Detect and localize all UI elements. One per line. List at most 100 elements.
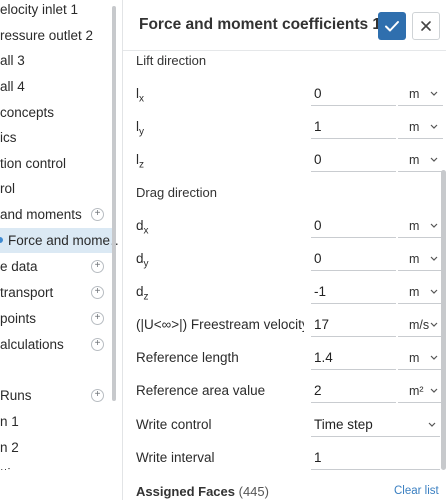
tree-item-label: concepts bbox=[0, 105, 55, 120]
tree-item-label: Runs bbox=[0, 388, 32, 403]
tree-item-label: Force and mome… bbox=[8, 233, 118, 248]
add-icon[interactable]: + bbox=[91, 389, 104, 402]
lx-label: lx bbox=[136, 86, 144, 105]
unit-label: m/s bbox=[409, 318, 430, 332]
unit-label: m bbox=[409, 87, 420, 101]
tree-item-runs[interactable]: Runs + bbox=[0, 383, 112, 408]
write-control-value: Time step bbox=[314, 417, 373, 432]
tree-item-velocity-inlet-1[interactable]: elocity inlet 1 bbox=[0, 0, 112, 22]
lx-input[interactable]: 0 bbox=[311, 83, 396, 106]
tree-item-label: n 2 bbox=[0, 440, 19, 455]
dy-input[interactable]: 0 bbox=[311, 248, 396, 271]
tree-item-wall-3[interactable]: all 3 bbox=[0, 48, 112, 73]
properties-panel: Force and moment coefficients 1 Lift dir… bbox=[122, 0, 446, 500]
tree-item-pressure-outlet-2[interactable]: ressure outlet 2 bbox=[0, 23, 112, 48]
reference-area-label: Reference area value bbox=[136, 383, 266, 398]
simulation-tree: elocity inlet 1 ressure outlet 2 all 3 a… bbox=[0, 0, 118, 500]
unit-label: m bbox=[409, 120, 420, 134]
reference-length-unit-select[interactable]: m bbox=[398, 347, 443, 370]
tree-item-forces-and-moments[interactable]: and moments + bbox=[0, 202, 112, 227]
freestream-unit-select[interactable]: m/s bbox=[398, 314, 443, 337]
unit-label: m bbox=[409, 153, 420, 167]
panel-title: Force and moment coefficients 1 bbox=[139, 16, 382, 33]
write-control-label: Write control bbox=[136, 417, 212, 432]
status-dot-icon bbox=[0, 237, 3, 243]
tree-item-concepts[interactable]: concepts bbox=[0, 100, 112, 125]
tree-item-label: tion control bbox=[0, 156, 67, 171]
dx-label: dx bbox=[136, 218, 149, 237]
reference-area-input[interactable]: 2 bbox=[311, 380, 396, 403]
reference-area-unit-select[interactable]: m² bbox=[398, 380, 443, 403]
reference-length-input[interactable]: 1.4 bbox=[311, 347, 396, 370]
write-control-select[interactable]: Time step bbox=[311, 414, 440, 437]
panel-scrollbar[interactable] bbox=[441, 170, 446, 470]
chevron-down-icon bbox=[429, 149, 439, 171]
tree-item-label: elocity inlet 1 bbox=[0, 2, 79, 17]
dy-label: dy bbox=[136, 251, 149, 270]
dy-unit-select[interactable]: m bbox=[398, 248, 443, 271]
add-icon[interactable]: + bbox=[91, 286, 104, 299]
freestream-velocity-input[interactable]: 17 bbox=[311, 314, 396, 337]
chevron-down-icon bbox=[429, 215, 439, 237]
tree-item-label: alculations bbox=[0, 337, 64, 352]
chevron-down-icon bbox=[429, 116, 439, 138]
tree-scrollbar[interactable] bbox=[112, 6, 116, 401]
lz-input[interactable]: 0 bbox=[311, 149, 396, 172]
tree-item-wall-4[interactable]: all 4 bbox=[0, 74, 112, 99]
tree-item-points[interactable]: points + bbox=[0, 306, 112, 331]
unit-label: m bbox=[409, 351, 420, 365]
ly-input[interactable]: 1 bbox=[311, 116, 396, 139]
dx-input[interactable]: 0 bbox=[311, 215, 396, 238]
unit-label: m bbox=[409, 219, 420, 233]
dz-unit-select[interactable]: m bbox=[398, 281, 443, 304]
write-interval-input[interactable]: 1 bbox=[311, 447, 440, 470]
tree-item-label: transport bbox=[0, 285, 54, 300]
close-button[interactable] bbox=[412, 12, 440, 40]
unit-label: m bbox=[409, 285, 420, 299]
assigned-faces-heading: Assigned Faces (445) bbox=[136, 484, 269, 499]
assigned-faces-label: Assigned Faces bbox=[136, 484, 235, 499]
dz-label: dz bbox=[136, 284, 149, 303]
tree-item-run-2[interactable]: n 2 bbox=[0, 435, 112, 460]
lz-unit-select[interactable]: m bbox=[398, 149, 443, 172]
tree-item-transport[interactable]: transport + bbox=[0, 280, 112, 305]
tree-item-settings[interactable]: ttings bbox=[0, 461, 112, 481]
assigned-faces-count: (445) bbox=[238, 484, 269, 499]
chevron-down-icon bbox=[427, 414, 437, 436]
add-icon[interactable]: + bbox=[91, 338, 104, 351]
tree-item-label: rol bbox=[0, 181, 16, 196]
chevron-down-icon bbox=[429, 248, 439, 270]
tree-item-label: ttings bbox=[0, 466, 33, 481]
tree-item-label: points bbox=[0, 311, 37, 326]
lift-direction-heading: Lift direction bbox=[136, 53, 207, 68]
dz-input[interactable]: -1 bbox=[311, 281, 396, 304]
confirm-button[interactable] bbox=[378, 12, 406, 40]
chevron-down-icon bbox=[429, 83, 439, 105]
tree-item-label: n 1 bbox=[0, 414, 19, 429]
lx-unit-select[interactable]: m bbox=[398, 83, 443, 106]
tree-item-label: all 3 bbox=[0, 53, 25, 68]
tree-item-simulation-control[interactable]: tion control bbox=[0, 151, 112, 176]
tree-item-ics[interactable]: ics bbox=[0, 125, 112, 150]
tree-item-calculations[interactable]: alculations + bbox=[0, 332, 112, 357]
chevron-down-icon bbox=[429, 314, 439, 336]
ly-unit-select[interactable]: m bbox=[398, 116, 443, 139]
tree-item-label: ressure outlet 2 bbox=[0, 28, 94, 43]
tree-item-label: and moments bbox=[0, 207, 82, 222]
tree-item-control[interactable]: rol bbox=[0, 176, 112, 201]
tree-item-force-and-moment-coefficients[interactable]: Force and mome… bbox=[0, 228, 118, 253]
drag-direction-heading: Drag direction bbox=[136, 185, 217, 200]
add-icon[interactable]: + bbox=[91, 312, 104, 325]
tree-item-run-1[interactable]: n 1 bbox=[0, 409, 112, 434]
add-icon[interactable]: + bbox=[91, 260, 104, 273]
reference-length-label: Reference length bbox=[136, 350, 239, 365]
chevron-down-icon bbox=[429, 380, 439, 402]
tree-item-probe-data[interactable]: e data + bbox=[0, 254, 112, 279]
add-icon[interactable]: + bbox=[91, 208, 104, 221]
close-icon bbox=[421, 21, 431, 31]
unit-label: m² bbox=[409, 384, 424, 398]
check-icon bbox=[385, 21, 399, 32]
clear-list-link[interactable]: Clear list bbox=[394, 485, 439, 497]
dx-unit-select[interactable]: m bbox=[398, 215, 443, 238]
write-interval-label: Write interval bbox=[136, 450, 215, 465]
